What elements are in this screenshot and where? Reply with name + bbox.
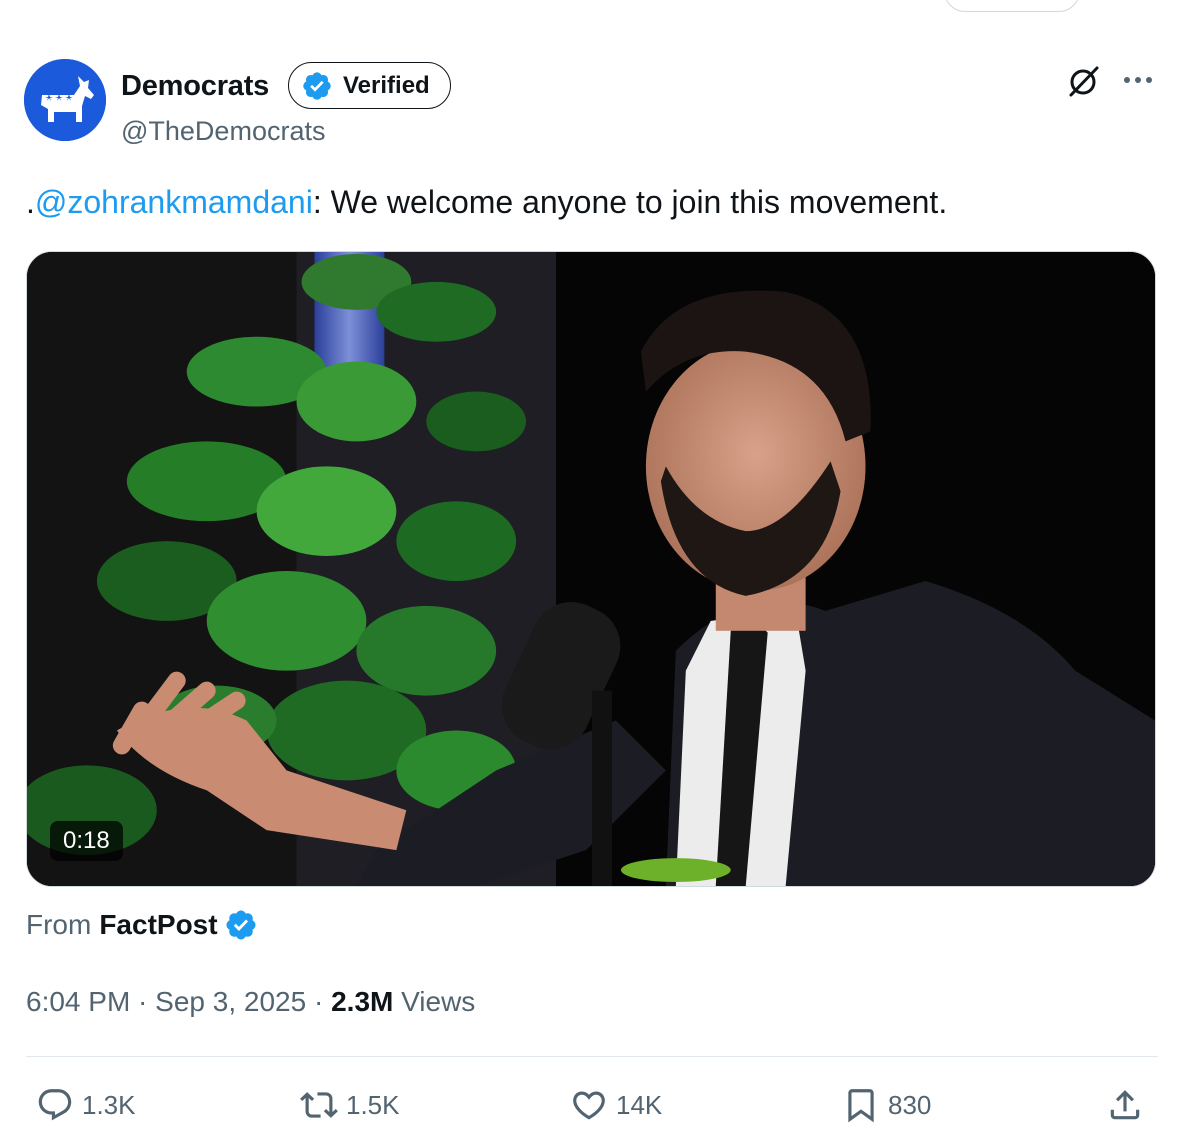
tweet-text: .@zohrankmamdani: We welcome anyone to j… — [26, 180, 947, 224]
repost-button[interactable]: 1.5K — [300, 1084, 400, 1126]
reply-count: 1.3K — [82, 1089, 136, 1120]
mention-link[interactable]: @zohrankmamdani — [35, 184, 313, 220]
tweet-metadata: 6:04 PM · Sep 3, 2025 · 2.3M Views — [26, 983, 475, 1021]
reply-button[interactable]: 1.3K — [36, 1084, 136, 1126]
author-avatar[interactable] — [24, 59, 106, 141]
tweet-prefix: . — [26, 184, 35, 220]
video-duration: 0:18 — [50, 821, 123, 861]
heart-icon — [573, 1091, 605, 1120]
author-handle[interactable]: @TheDemocrats — [121, 113, 325, 149]
tweet-body: : We welcome anyone to join this movemen… — [312, 184, 948, 220]
video-frame — [27, 252, 1155, 886]
tweet-date[interactable]: Sep 3, 2025 — [155, 986, 306, 1017]
video-player[interactable] — [26, 251, 1156, 887]
source-name[interactable]: FactPost — [99, 906, 217, 944]
meta-separator: · — [130, 986, 156, 1017]
grok-icon[interactable] — [1066, 63, 1102, 99]
verified-badge-icon — [226, 910, 256, 940]
divider — [26, 1056, 1158, 1057]
verified-label: Verified — [343, 71, 430, 99]
like-count: 14K — [616, 1089, 663, 1120]
author-name[interactable]: Democrats — [121, 66, 269, 106]
more-icon[interactable] — [1118, 60, 1158, 100]
democrats-donkey-logo-icon — [24, 59, 106, 141]
share-button[interactable] — [1106, 1084, 1144, 1126]
verified-badge[interactable]: Verified — [288, 62, 451, 109]
share-icon — [1110, 1090, 1140, 1120]
repost-count: 1.5K — [346, 1089, 400, 1120]
from-label: From — [26, 909, 92, 940]
source-attribution: From FactPost — [26, 906, 258, 944]
bookmark-button[interactable]: 830 — [842, 1084, 931, 1126]
repost-icon — [300, 1092, 338, 1118]
meta-separator: · — [306, 986, 332, 1017]
views-count[interactable]: 2.3M — [331, 986, 393, 1017]
bookmark-icon — [848, 1089, 874, 1123]
bookmark-count: 830 — [888, 1089, 932, 1120]
follow-button[interactable] — [944, 0, 1080, 12]
tweet-time[interactable]: 6:04 PM — [26, 986, 130, 1017]
like-button[interactable]: 14K — [570, 1084, 662, 1126]
reply-icon — [38, 1089, 72, 1121]
views-label: Views — [393, 986, 476, 1017]
verified-badge-icon — [303, 71, 331, 100]
